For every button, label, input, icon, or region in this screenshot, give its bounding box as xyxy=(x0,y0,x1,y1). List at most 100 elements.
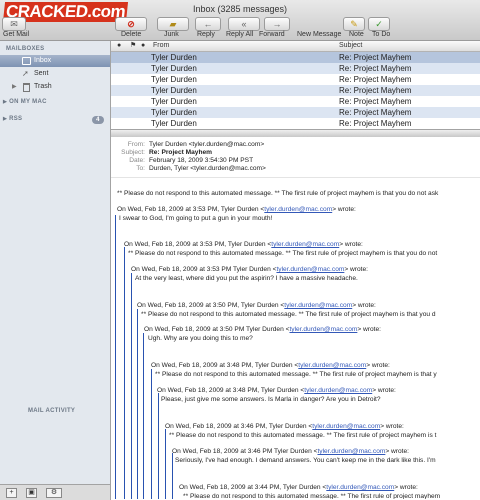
quote-bar xyxy=(158,393,159,499)
quote-bar xyxy=(165,429,166,499)
on-my-mac-header[interactable]: ▶ ON MY MAC xyxy=(3,99,47,105)
message-from: Tyler Durden xyxy=(151,119,197,128)
attachment-column-icon[interactable]: ● xyxy=(141,41,145,51)
message-row[interactable]: Tyler Durden Re: Project Mayhem xyxy=(111,96,480,107)
message-from: Tyler Durden xyxy=(151,86,197,95)
line-text: Please, just give me some answers. Is Ma… xyxy=(161,396,381,403)
line-text: On Wed, Feb 18, 2009 at 3:53 PM, Tyler D… xyxy=(124,241,272,248)
line-text: Seriously, I've had enough. I demand ans… xyxy=(175,457,436,464)
add-mailbox-button[interactable]: + xyxy=(6,488,17,498)
sidebar-item-sent[interactable]: ➚ Sent xyxy=(0,68,110,80)
quoted-line: On Wed, Feb 18, 2009 at 3:46 PM, Tyler D… xyxy=(165,423,404,430)
trash-icon xyxy=(23,83,30,92)
disclosure-triangle-icon[interactable]: ▶ xyxy=(12,81,17,93)
quote-bar xyxy=(151,369,152,499)
flag-column-icon[interactable]: ⚑ xyxy=(130,41,136,51)
delete-label: Delete xyxy=(121,31,142,38)
todo-label: To Do xyxy=(372,31,391,38)
quote-bar xyxy=(172,453,173,499)
email-link[interactable]: tyler.durden@mac.com xyxy=(312,423,380,430)
line-text: On Wed, Feb 18, 2009 at 3:48 PM, Tyler D… xyxy=(157,387,305,394)
email-link[interactable]: tyler.durden@mac.com xyxy=(289,326,357,333)
email-link[interactable]: tyler.durden@mac.com xyxy=(326,484,394,491)
rss-header[interactable]: ▶ RSS 4 xyxy=(3,116,107,126)
column-header-subject[interactable]: Subject xyxy=(339,41,362,51)
sidebar-footer: + ▣ ⚙ xyxy=(0,484,111,500)
column-header-from[interactable]: From xyxy=(153,41,169,51)
line-text: On Wed, Feb 18, 2009 at 3:46 PM Tyler Du… xyxy=(172,448,318,455)
mail-activity-header: MAIL ACTIVITY xyxy=(28,408,76,414)
header-value: Tyler Durden <tyler.durden@mac.com> xyxy=(149,141,265,148)
message-row[interactable]: Tyler Durden Re: Project Mayhem xyxy=(111,85,480,96)
action-menu-button[interactable]: ⚙ xyxy=(46,488,62,498)
message-list-header: ● ⚑ ● From Subject xyxy=(111,41,480,52)
junk-button[interactable]: ▰ xyxy=(157,17,189,31)
message-from: Tyler Durden xyxy=(151,75,197,84)
todo-button[interactable]: ✓ xyxy=(368,17,390,31)
mail-icon: ✉ xyxy=(10,19,18,29)
reply-label: Reply xyxy=(197,31,215,38)
header-divider xyxy=(111,177,480,178)
quoted-line: Ugh. Why are you doing this to me? xyxy=(148,335,253,342)
get-mail-button[interactable]: ✉ xyxy=(2,17,26,31)
note-button[interactable]: ✎ xyxy=(343,17,365,31)
message-row[interactable]: Tyler Durden Re: Project Mayhem xyxy=(111,107,480,118)
email-link[interactable]: tyler.durden@mac.com xyxy=(264,206,332,213)
quoted-line: At the very least, where did you put the… xyxy=(135,275,358,282)
line-text: > wrote: xyxy=(339,241,363,248)
email-link[interactable]: tyler.durden@mac.com xyxy=(304,387,372,394)
line-text: ** Please do not respond to this automat… xyxy=(169,432,437,439)
message-subject: Re: Project Mayhem xyxy=(339,75,412,84)
message-from: Tyler Durden xyxy=(151,97,197,106)
message-subject: Re: Project Mayhem xyxy=(339,53,412,62)
quote-bar xyxy=(115,215,116,499)
sidebar-item-label: Trash xyxy=(34,83,52,90)
header-value: Durden, Tyler <tyler.durden@mac.com> xyxy=(149,165,266,172)
message-row[interactable]: Tyler Durden Re: Project Mayhem xyxy=(111,63,480,74)
email-link[interactable]: tyler.durden@mac.com xyxy=(271,241,339,248)
email-link[interactable]: tyler.durden@mac.com xyxy=(298,362,366,369)
sidebar-item-inbox[interactable]: Inbox xyxy=(0,55,110,67)
line-text: At the very least, where did you put the… xyxy=(135,275,358,282)
line-text: > wrote: xyxy=(344,266,368,273)
quoted-line: ** Please do not respond to this automat… xyxy=(155,371,437,378)
rss-label: RSS xyxy=(9,116,23,122)
message-from: Tyler Durden xyxy=(151,53,197,62)
message-row[interactable]: Tyler Durden Re: Project Mayhem xyxy=(111,74,480,85)
new-message-label: New Message xyxy=(297,31,342,38)
email-link[interactable]: tyler.durden@mac.com xyxy=(276,266,344,273)
message-row[interactable]: Tyler Durden Re: Project Mayhem xyxy=(111,118,480,129)
line-text: ** Please do not respond to this automat… xyxy=(155,371,437,378)
reply-all-button[interactable]: « xyxy=(228,17,260,31)
note-icon: ✎ xyxy=(350,19,358,29)
email-link[interactable]: tyler.durden@mac.com xyxy=(284,302,352,309)
quoted-line: ** Please do not respond to this automat… xyxy=(141,311,436,318)
message-subject: Re: Project Mayhem xyxy=(339,86,412,95)
delete-button[interactable]: ⊘ xyxy=(115,17,147,31)
message-from: Tyler Durden xyxy=(151,108,197,117)
line-text: > wrote: xyxy=(357,326,381,333)
disclosure-triangle-icon: ▶ xyxy=(3,99,8,105)
forward-label: Forward xyxy=(259,31,285,38)
forward-icon: → xyxy=(272,19,282,29)
line-text: On Wed, Feb 18, 2009 at 3:50 PM, Tyler D… xyxy=(137,302,285,309)
forward-button[interactable]: → xyxy=(264,17,290,31)
mailbox-sidebar: MAILBOXES Inbox ➚ Sent ▶ Trash ▶ ON MY M… xyxy=(0,41,111,484)
line-text: On Wed, Feb 18, 2009 at 3:44 PM, Tyler D… xyxy=(179,484,327,491)
line-text: > wrote: xyxy=(394,484,418,491)
unread-column-icon[interactable]: ● xyxy=(117,41,121,51)
message-row[interactable]: Tyler Durden Re: Project Mayhem xyxy=(111,52,480,63)
reply-icon: ← xyxy=(203,19,213,29)
message-list: ● ⚑ ● From Subject Tyler Durden Re: Proj… xyxy=(111,41,480,129)
show-activity-button[interactable]: ▣ xyxy=(26,488,37,498)
email-link[interactable]: tyler.durden@mac.com xyxy=(317,448,385,455)
reply-button[interactable]: ← xyxy=(195,17,221,31)
line-text: ** Please do not respond to this automat… xyxy=(128,250,438,257)
header-key: From: xyxy=(127,141,145,148)
sidebar-item-trash[interactable]: ▶ Trash xyxy=(0,81,110,93)
line-text: I swear to God, I'm going to put a gun i… xyxy=(119,215,273,222)
quoted-line: On Wed, Feb 18, 2009 at 3:50 PM, Tyler D… xyxy=(137,302,376,309)
reply-all-icon: « xyxy=(241,19,247,29)
header-key: To: xyxy=(136,165,145,172)
window-title: Inbox (3285 messages) xyxy=(192,4,288,14)
